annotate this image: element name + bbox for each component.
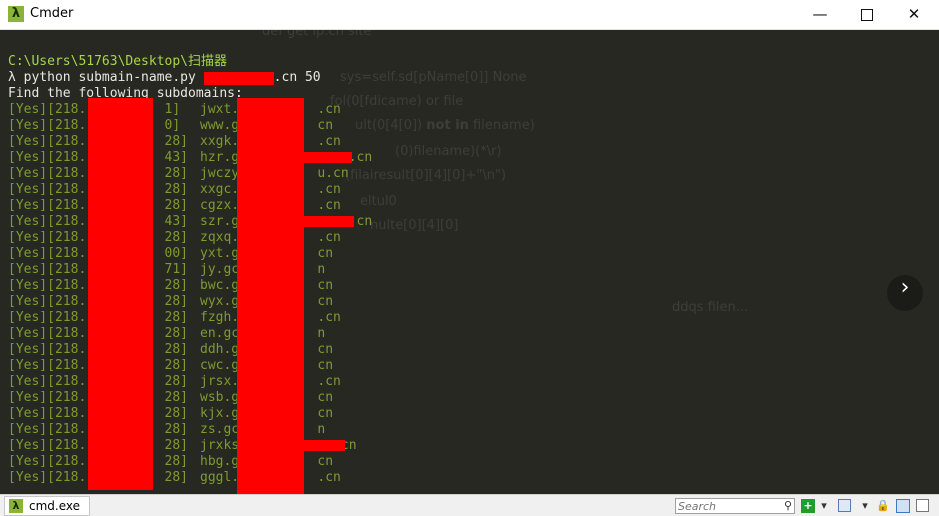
ghost-text: ult(0[4[0]) not in filename) [355, 118, 535, 133]
ghost-text: eltul0 [360, 194, 397, 209]
ghost-text: fol(0[fdicame) or file [330, 94, 464, 109]
maximize-button[interactable] [844, 0, 890, 29]
split-view-icon[interactable] [896, 499, 910, 513]
ghost-text: ddqs filen... [672, 300, 749, 315]
tab-label: cmd.exe [29, 499, 81, 513]
window-title: Cmder [30, 6, 74, 21]
status-bar: λ cmd.exe ⚲ + ▾ ▾ 🔒 [0, 494, 939, 516]
cmder-lambda-icon: λ [9, 499, 23, 513]
redaction-block [88, 98, 153, 490]
terminal-output[interactable]: def get ip.cn site sys=self.sd[pName[0]]… [0, 30, 939, 494]
window-layout-icon[interactable] [838, 499, 851, 512]
prompt-path: C:\Users\51763\Desktop\扫描器 [8, 54, 228, 69]
ghost-text: sys=self.sd[pName[0]] None [340, 70, 527, 85]
search-icon[interactable]: ⚲ [784, 499, 792, 512]
dropdown-arrow-icon[interactable]: ▾ [817, 499, 831, 513]
title-bar: λ Cmder — ✕ [0, 0, 939, 30]
redaction-block [204, 72, 274, 85]
redaction-block [304, 216, 354, 227]
dropdown-arrow-icon[interactable]: ▾ [858, 499, 872, 513]
cmder-lambda-icon: λ [8, 6, 24, 22]
lock-icon[interactable]: 🔒 [876, 499, 890, 513]
close-icon: ✕ [907, 5, 921, 23]
ghost-text: nulte[0][4][0] [370, 218, 459, 233]
new-console-plus-icon[interactable]: + [801, 499, 815, 513]
ghost-text: (filairesult[0][4][0]+"\n") [345, 168, 507, 183]
search-input[interactable] [678, 499, 778, 513]
chevron-right-icon: › [900, 275, 910, 300]
redaction-block [237, 98, 304, 494]
ghost-text: (0)filename)(*\r) [395, 144, 502, 159]
panel-layout-icon[interactable] [916, 499, 929, 512]
console-tab-cmd[interactable]: λ cmd.exe [4, 496, 90, 516]
ghost-text: def get ip.cn site [262, 30, 372, 39]
close-button[interactable]: ✕ [891, 0, 937, 29]
minimize-button[interactable]: — [797, 0, 843, 29]
next-arrow-button[interactable]: › [887, 275, 923, 311]
minimize-icon: — [812, 5, 828, 23]
redaction-block [304, 152, 352, 163]
maximize-icon [861, 8, 873, 21]
search-box[interactable]: ⚲ [675, 498, 795, 514]
redaction-block [304, 440, 345, 451]
